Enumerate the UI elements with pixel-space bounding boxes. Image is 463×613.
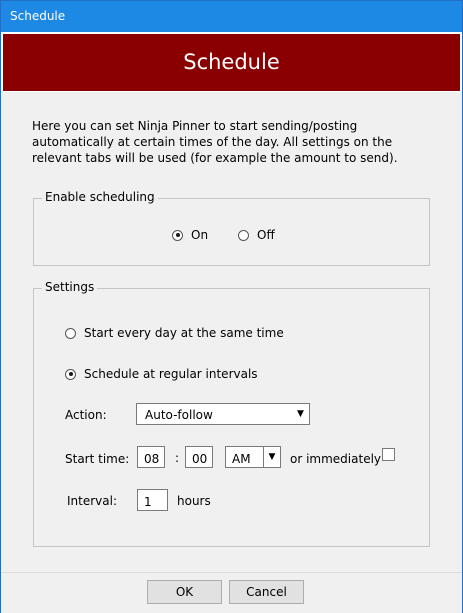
radio-interval-indicator[interactable] bbox=[65, 368, 76, 380]
action-value: Auto-follow bbox=[145, 408, 213, 422]
radio-on[interactable]: On bbox=[172, 228, 208, 242]
interval-input[interactable]: 1 bbox=[137, 489, 168, 511]
radio-daily-indicator[interactable] bbox=[65, 327, 76, 339]
header-area: Schedule bbox=[1, 32, 462, 92]
cancel-button[interactable]: Cancel bbox=[229, 580, 304, 604]
action-label: Action: bbox=[65, 408, 107, 422]
minute-value: 00 bbox=[192, 452, 208, 466]
radio-daily-label: Start every day at the same time bbox=[84, 326, 284, 340]
schedule-dialog: Schedule Schedule Here you can set Ninja… bbox=[0, 0, 463, 613]
interval-unit: hours bbox=[177, 494, 211, 508]
dialog-footer: OK Cancel bbox=[1, 572, 462, 613]
interval-label: Interval: bbox=[67, 494, 117, 508]
time-colon: : bbox=[175, 451, 180, 465]
radio-interval-label: Schedule at regular intervals bbox=[84, 367, 258, 381]
radio-off[interactable]: Off bbox=[238, 228, 275, 242]
immediately-checkbox[interactable] bbox=[382, 448, 395, 461]
ampm-dropdown[interactable]: AM ▼ bbox=[225, 446, 281, 468]
immediately-label: or immediately bbox=[290, 452, 382, 466]
interval-value: 1 bbox=[144, 495, 152, 509]
radio-on-indicator[interactable] bbox=[172, 229, 183, 241]
action-dropdown-arrow-icon[interactable]: ▼ bbox=[292, 404, 309, 424]
header-banner: Schedule bbox=[3, 34, 460, 91]
ampm-value: AM bbox=[232, 452, 251, 466]
dialog-content: Here you can set Ninja Pinner to start s… bbox=[1, 92, 462, 572]
description-text: Here you can set Ninja Pinner to start s… bbox=[32, 119, 398, 165]
radio-off-label: Off bbox=[257, 228, 275, 242]
radio-off-indicator[interactable] bbox=[238, 229, 249, 241]
enable-scheduling-legend: Enable scheduling bbox=[42, 190, 158, 204]
settings-legend: Settings bbox=[42, 280, 98, 294]
settings-group: Settings Start every day at the same tim… bbox=[33, 280, 430, 547]
radio-daily[interactable]: Start every day at the same time bbox=[65, 326, 284, 340]
minute-input[interactable]: 00 bbox=[185, 446, 213, 468]
title-bar: Schedule bbox=[1, 1, 462, 32]
start-time-label: Start time: bbox=[65, 452, 130, 466]
header-title: Schedule bbox=[183, 50, 280, 74]
action-dropdown[interactable]: Auto-follow ▼ bbox=[136, 403, 310, 425]
hour-input[interactable]: 08 bbox=[137, 446, 165, 468]
hour-value: 08 bbox=[144, 452, 160, 466]
window-title: Schedule bbox=[10, 9, 66, 23]
ok-button[interactable]: OK bbox=[147, 580, 222, 604]
radio-on-label: On bbox=[191, 228, 209, 242]
enable-scheduling-group: Enable scheduling On Off bbox=[33, 190, 430, 266]
ampm-dropdown-arrow-icon[interactable]: ▼ bbox=[263, 447, 280, 467]
radio-interval[interactable]: Schedule at regular intervals bbox=[65, 367, 258, 381]
